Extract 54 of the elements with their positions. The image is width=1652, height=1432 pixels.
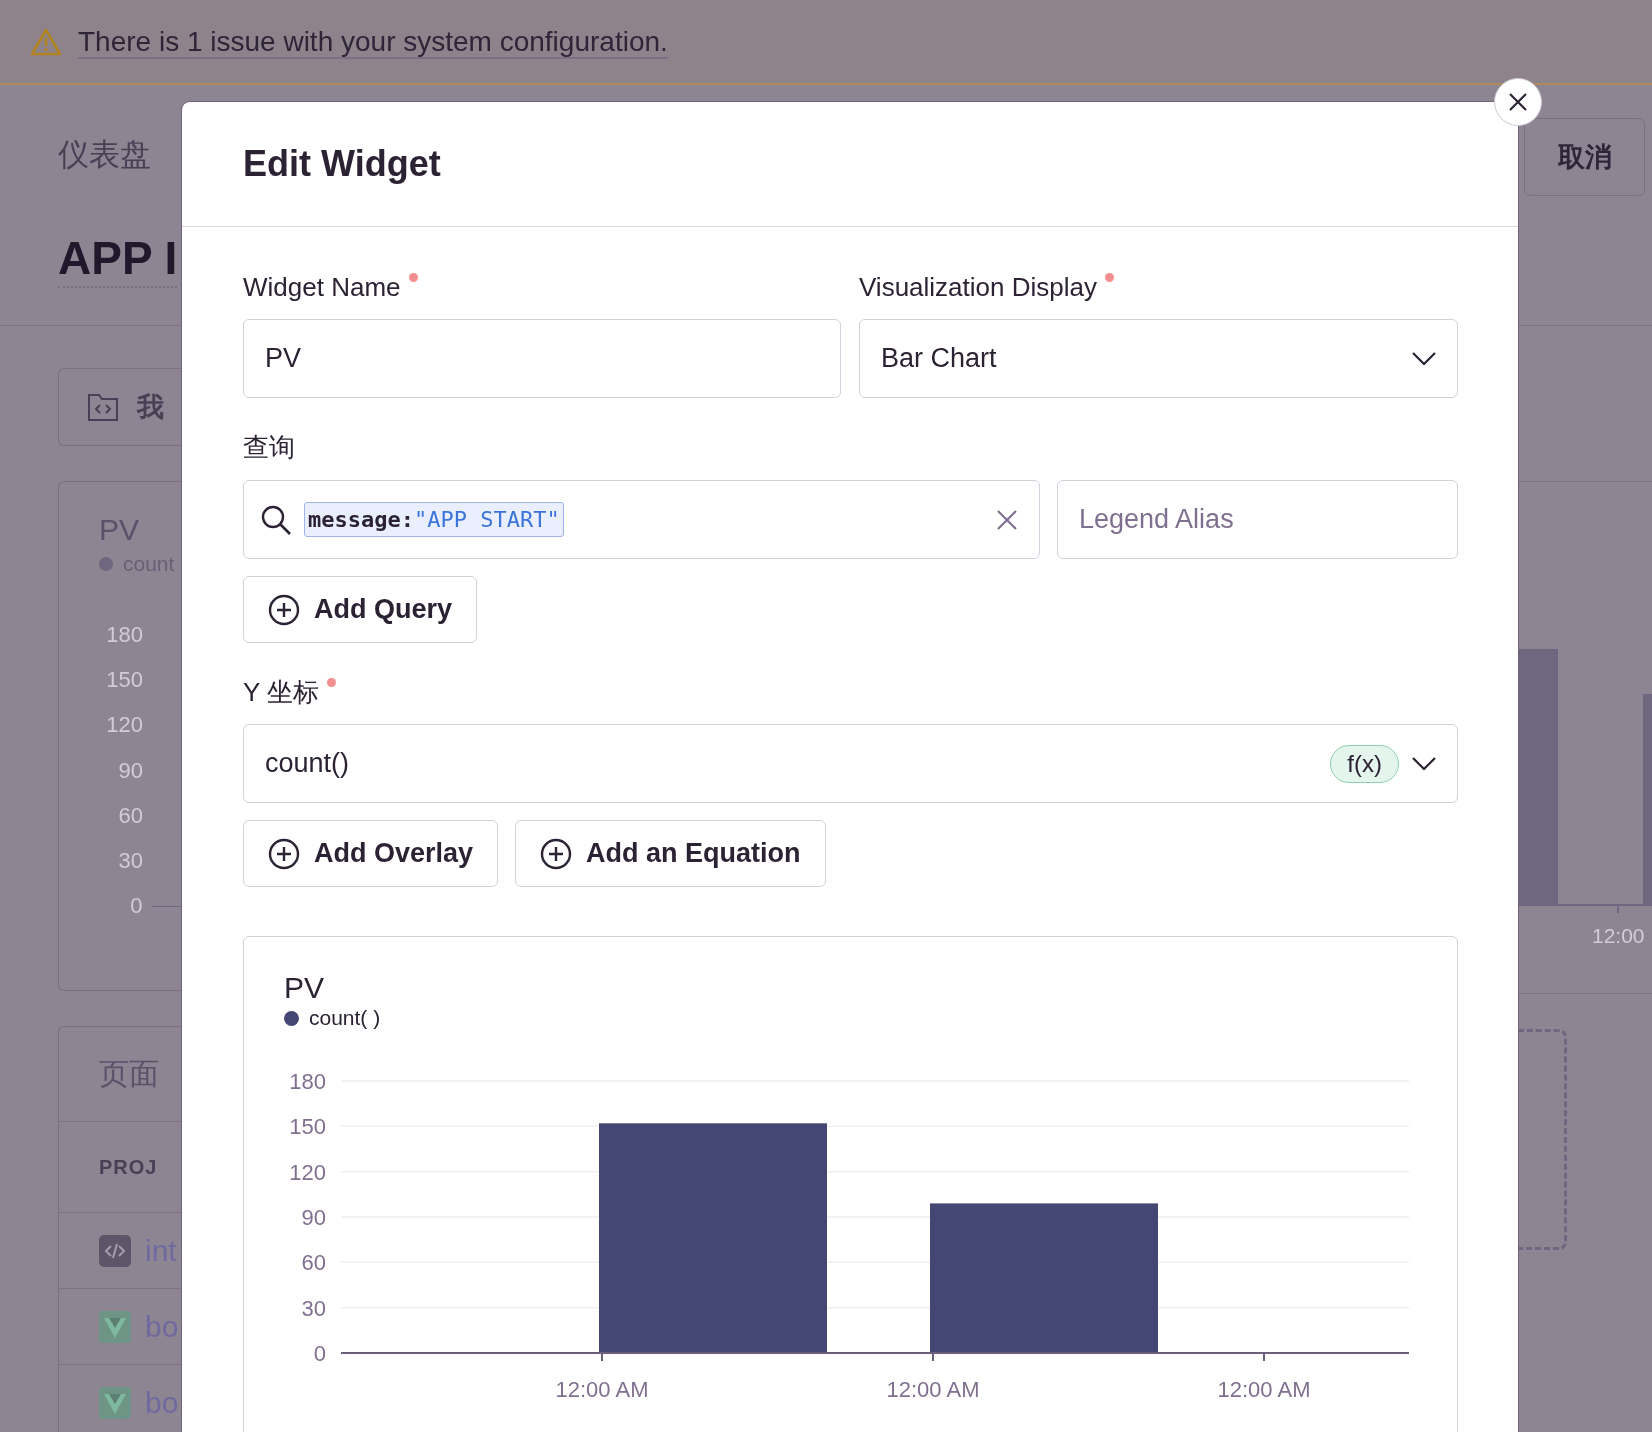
add-circle-icon (268, 593, 300, 626)
add-query-button[interactable]: Add Query (243, 576, 478, 643)
close-button[interactable] (1494, 78, 1542, 126)
column-header: PROJ (99, 1155, 158, 1179)
v-logo-icon (99, 1310, 131, 1343)
query-input[interactable]: message:"APP START" (243, 480, 1040, 559)
x-axis-label: 12:00 (1592, 924, 1646, 948)
y-axis-label: 30 (301, 1295, 326, 1321)
chart-title: PV (284, 970, 326, 1006)
legend-dot (99, 557, 113, 571)
y-axis-label: 90 (301, 1205, 326, 1230)
v-logo-icon (99, 1386, 131, 1419)
widget-name-input[interactable]: PV (243, 319, 841, 398)
y-axis-label: 60 (117, 802, 143, 829)
y-axis-label: 180 (105, 621, 143, 648)
clear-icon[interactable] (996, 508, 1018, 531)
add-circle-icon (540, 837, 573, 870)
add-button[interactable]: Add Overlay (243, 820, 499, 887)
y-axis-label: 120 (289, 1159, 326, 1185)
field-label: Widget Name (243, 271, 401, 304)
y-axis-label: 30 (117, 848, 143, 875)
function-tag: f(x) (1330, 744, 1399, 783)
chevron-down-icon (1411, 350, 1437, 367)
y-axis-label: 90 (117, 757, 143, 784)
y-axis-label: 150 (105, 666, 143, 693)
x-axis-label: 12:00 AM (886, 1377, 980, 1402)
add-button[interactable]: Add an Equation (515, 820, 826, 887)
cancel-button[interactable]: 取消 (1524, 118, 1645, 196)
search-icon (260, 503, 292, 536)
y-axis-label: 60 (301, 1250, 326, 1276)
add-circle-icon (268, 837, 300, 870)
close-icon (1508, 92, 1528, 112)
query-token[interactable]: message:"APP START" (304, 502, 564, 537)
y-axis-dropdown[interactable]: count() f(x) (243, 724, 1458, 803)
warning-icon (30, 27, 62, 56)
chevron-down-icon (1411, 755, 1437, 772)
y-axis-label: 0 (313, 1341, 326, 1366)
x-axis-label: 12:00 AM (1217, 1377, 1311, 1402)
issue-link[interactable]: There is 1 issue with your system configuration. (78, 25, 668, 58)
code-icon (99, 1234, 131, 1267)
legend-label: count( ) (309, 1006, 381, 1030)
y-axis-label: 120 (105, 712, 143, 739)
y-axis-label: 0 (129, 893, 143, 920)
field-label: Visualization Display (859, 271, 1097, 304)
y-axis-label: 180 (289, 1069, 326, 1094)
x-axis-label: 12:00 AM (555, 1377, 649, 1402)
dialog-title: Edit Widget (243, 143, 441, 185)
legend-alias-input[interactable]: Legend Alias (1057, 480, 1458, 559)
visualization-dropdown[interactable]: Bar Chart (859, 319, 1458, 398)
y-axis-label: 150 (289, 1114, 326, 1140)
section-label: 查询 (243, 431, 295, 464)
field-label: Y 坐标 (243, 676, 320, 709)
folder-code-icon (87, 392, 119, 422)
dashboard-title: APP I (58, 230, 178, 288)
